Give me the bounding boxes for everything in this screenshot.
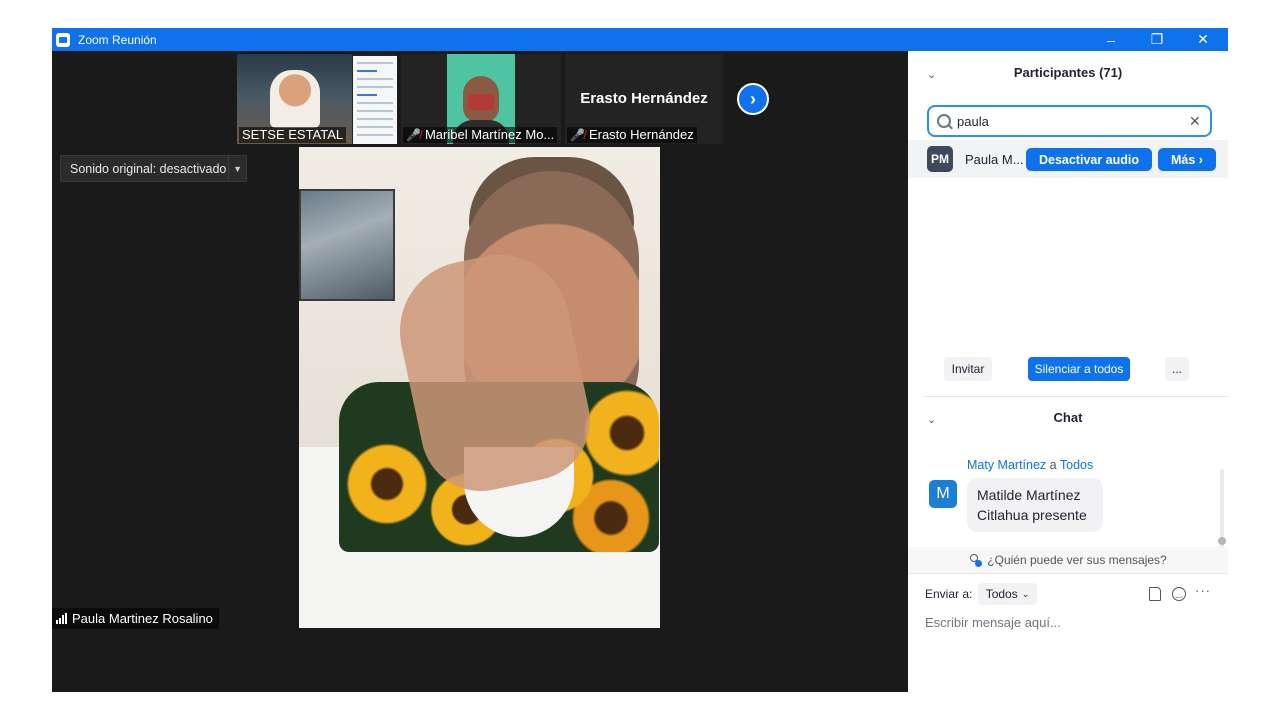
unmute-button[interactable]: Desactivar audio: [1026, 148, 1152, 171]
original-sound-button[interactable]: Sonido original: desactivado ▼: [60, 155, 247, 182]
participant-name: Maribel Martínez Mo...: [424, 127, 555, 142]
scrollbar-thumb[interactable]: [1218, 537, 1226, 545]
chevron-down-icon[interactable]: ▼: [228, 156, 246, 181]
restore-button[interactable]: ❐: [1134, 28, 1180, 51]
divider: [924, 396, 1228, 397]
signal-strength-icon: [56, 613, 67, 624]
participant-search[interactable]: ✕: [927, 105, 1212, 137]
more-icon[interactable]: ···: [1195, 583, 1211, 598]
thumbnail-name-label: 🎤̸ Erasto Hernández: [567, 127, 697, 143]
active-speaker-name: Paula Martinez Rosalino: [72, 611, 213, 626]
chevron-down-icon: ⌄: [1021, 588, 1030, 599]
participant-name: Paula M...: [965, 151, 1024, 167]
invite-button[interactable]: Invitar: [944, 357, 992, 381]
user-info-icon: [969, 553, 983, 567]
side-panel: ⌄ Participantes (71) ✕ PM Paula M... Des…: [908, 51, 1228, 692]
window-title: Zoom Reunión: [78, 32, 157, 47]
zoom-app-icon: [56, 32, 70, 47]
send-to-label: Enviar a:: [925, 587, 973, 601]
shared-document: [353, 56, 397, 144]
emoji-icon[interactable]: ‿: [1172, 587, 1186, 601]
thumbnail-name-label: 🎤̸ Maribel Martínez Mo...: [403, 127, 558, 143]
participant-thumbnail[interactable]: SETSE ESTATAL: [237, 54, 397, 144]
video-area: SETSE ESTATAL 🎤̸ Maribel Martínez Mo... …: [52, 51, 908, 692]
participant-figure: [270, 70, 320, 128]
participant-thumbnail[interactable]: 🎤̸ Maribel Martínez Mo...: [401, 54, 561, 144]
original-sound-label: Sonido original: desactivado: [70, 161, 227, 176]
face-mask: [468, 94, 494, 110]
participants-title: Participantes (71): [1013, 65, 1123, 80]
search-input[interactable]: [957, 113, 1187, 129]
message-sender[interactable]: Maty Martínez: [967, 458, 1046, 472]
mute-all-button[interactable]: Silenciar a todos: [1028, 357, 1130, 381]
zoom-meeting-window: Zoom Reunión – ❐ ✕ SETSE ESTATAL 🎤̸ Mari…: [52, 28, 1228, 692]
more-options-button[interactable]: ...: [1165, 357, 1189, 381]
chevron-right-icon: ›: [750, 88, 756, 109]
participant-thumbnail[interactable]: Erasto Hernández 🎤̸ Erasto Hernández: [565, 54, 723, 144]
chat-message-input[interactable]: [925, 609, 1215, 635]
recipient-dropdown[interactable]: Todos ⌄: [978, 583, 1037, 605]
participant-row[interactable]: PM Paula M... Desactivar audio Más ›: [908, 140, 1228, 178]
file-icon[interactable]: [1149, 587, 1161, 601]
next-page-button[interactable]: ›: [737, 83, 769, 115]
clear-icon[interactable]: ✕: [1189, 113, 1201, 130]
participant-name: SETSE ESTATAL: [242, 127, 344, 142]
message-text: Matilde Martínez Citlahua presente: [967, 478, 1103, 532]
active-speaker-label: Paula Martinez Rosalino: [52, 608, 219, 629]
more-button[interactable]: Más ›: [1158, 148, 1216, 171]
muted-mic-icon: 🎤̸: [570, 128, 585, 142]
active-speaker-video: [299, 147, 660, 628]
message-recipient[interactable]: Todos: [1060, 458, 1093, 472]
minimize-button[interactable]: –: [1088, 28, 1134, 51]
chat-title: Chat: [1053, 410, 1083, 425]
recipient-value: Todos: [985, 587, 1018, 601]
thumbnail-name-label: SETSE ESTATAL: [239, 127, 347, 143]
message-header: Maty Martínez a Todos: [967, 458, 1093, 472]
search-icon: [937, 114, 951, 128]
chat-privacy-link[interactable]: ¿Quién puede ver sus mensajes?: [908, 547, 1228, 573]
divider: [908, 573, 1228, 574]
muted-mic-icon: 🎤̸: [406, 128, 421, 142]
participant-name: Erasto Hernández: [588, 127, 694, 142]
wall-painting: [299, 189, 395, 301]
participant-display-name: Erasto Hernández: [580, 90, 708, 107]
message-connector: a: [1049, 458, 1057, 472]
privacy-text: ¿Quién puede ver sus mensajes?: [987, 553, 1167, 567]
avatar: M: [929, 480, 957, 508]
close-button[interactable]: ✕: [1180, 28, 1226, 51]
title-bar: Zoom Reunión – ❐ ✕: [52, 28, 1228, 51]
avatar: PM: [927, 146, 953, 172]
